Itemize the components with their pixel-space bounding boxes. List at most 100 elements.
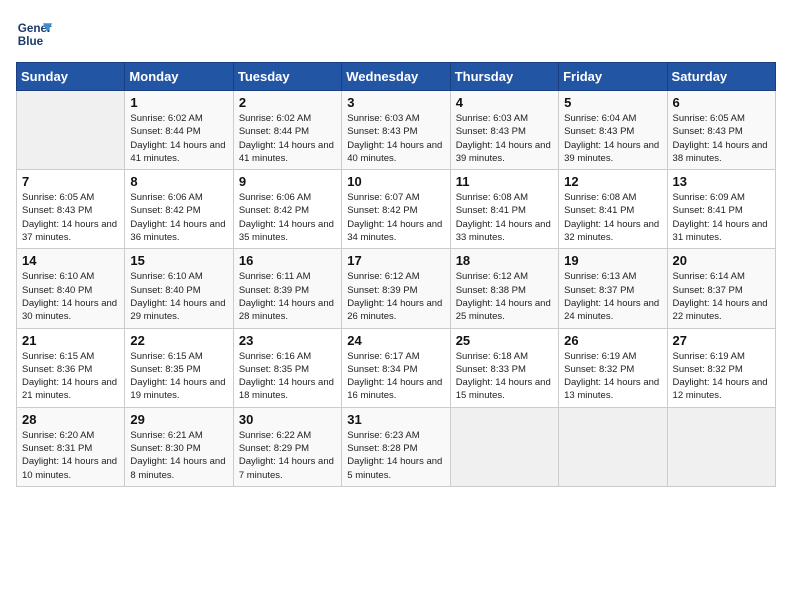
- day-info: Sunrise: 6:06 AMSunset: 8:42 PMDaylight:…: [239, 191, 336, 244]
- logo-icon: General Blue: [16, 16, 52, 52]
- day-info: Sunrise: 6:05 AMSunset: 8:43 PMDaylight:…: [673, 112, 770, 165]
- calendar-cell: 22 Sunrise: 6:15 AMSunset: 8:35 PMDayligh…: [125, 328, 233, 407]
- day-info: Sunrise: 6:19 AMSunset: 8:32 PMDaylight:…: [564, 350, 661, 403]
- day-info: Sunrise: 6:13 AMSunset: 8:37 PMDaylight:…: [564, 270, 661, 323]
- weekday-header-sunday: Sunday: [17, 63, 125, 91]
- calendar-cell: 10 Sunrise: 6:07 AMSunset: 8:42 PMDayligh…: [342, 170, 450, 249]
- day-info: Sunrise: 6:21 AMSunset: 8:30 PMDaylight:…: [130, 429, 227, 482]
- day-info: Sunrise: 6:03 AMSunset: 8:43 PMDaylight:…: [456, 112, 553, 165]
- day-number: 11: [456, 174, 553, 189]
- calendar-cell: 6 Sunrise: 6:05 AMSunset: 8:43 PMDaylight…: [667, 91, 775, 170]
- weekday-header-monday: Monday: [125, 63, 233, 91]
- day-info: Sunrise: 6:12 AMSunset: 8:39 PMDaylight:…: [347, 270, 444, 323]
- day-info: Sunrise: 6:08 AMSunset: 8:41 PMDaylight:…: [564, 191, 661, 244]
- day-number: 27: [673, 333, 770, 348]
- day-info: Sunrise: 6:06 AMSunset: 8:42 PMDaylight:…: [130, 191, 227, 244]
- calendar-table: SundayMondayTuesdayWednesdayThursdayFrid…: [16, 62, 776, 487]
- calendar-cell: 8 Sunrise: 6:06 AMSunset: 8:42 PMDaylight…: [125, 170, 233, 249]
- day-number: 29: [130, 412, 227, 427]
- day-info: Sunrise: 6:09 AMSunset: 8:41 PMDaylight:…: [673, 191, 770, 244]
- day-info: Sunrise: 6:02 AMSunset: 8:44 PMDaylight:…: [239, 112, 336, 165]
- calendar-cell: 23 Sunrise: 6:16 AMSunset: 8:35 PMDayligh…: [233, 328, 341, 407]
- day-info: Sunrise: 6:15 AMSunset: 8:35 PMDaylight:…: [130, 350, 227, 403]
- day-info: Sunrise: 6:08 AMSunset: 8:41 PMDaylight:…: [456, 191, 553, 244]
- weekday-header-saturday: Saturday: [667, 63, 775, 91]
- weekday-header-wednesday: Wednesday: [342, 63, 450, 91]
- day-info: Sunrise: 6:05 AMSunset: 8:43 PMDaylight:…: [22, 191, 119, 244]
- weekday-header-friday: Friday: [559, 63, 667, 91]
- calendar-cell: 14Sunrise: 6:10 AMSunset: 8:40 PMDayligh…: [17, 249, 125, 328]
- calendar-cell: 12 Sunrise: 6:08 AMSunset: 8:41 PMDayligh…: [559, 170, 667, 249]
- day-number: 3: [347, 95, 444, 110]
- day-number: 8: [130, 174, 227, 189]
- day-number: 9: [239, 174, 336, 189]
- calendar-cell: 17 Sunrise: 6:12 AMSunset: 8:39 PMDayligh…: [342, 249, 450, 328]
- day-number: 19: [564, 253, 661, 268]
- day-info: Sunrise: 6:02 AMSunset: 8:44 PMDaylight:…: [130, 112, 227, 165]
- day-info: Sunrise: 6:23 AMSunset: 8:28 PMDaylight:…: [347, 429, 444, 482]
- calendar-cell: 26 Sunrise: 6:19 AMSunset: 8:32 PMDayligh…: [559, 328, 667, 407]
- logo: General Blue: [16, 16, 52, 52]
- calendar-cell: 13 Sunrise: 6:09 AMSunset: 8:41 PMDayligh…: [667, 170, 775, 249]
- page-header: General Blue: [16, 16, 776, 52]
- day-number: 31: [347, 412, 444, 427]
- day-info: Sunrise: 6:15 AMSunset: 8:36 PMDaylight:…: [22, 350, 119, 403]
- weekday-header-thursday: Thursday: [450, 63, 558, 91]
- calendar-cell: 24 Sunrise: 6:17 AMSunset: 8:34 PMDayligh…: [342, 328, 450, 407]
- day-number: 1: [130, 95, 227, 110]
- day-number: 22: [130, 333, 227, 348]
- calendar-cell: 31 Sunrise: 6:23 AMSunset: 8:28 PMDayligh…: [342, 407, 450, 486]
- calendar-cell: 5Sunrise: 6:04 AMSunset: 8:43 PMDaylight…: [559, 91, 667, 170]
- day-info: Sunrise: 6:17 AMSunset: 8:34 PMDaylight:…: [347, 350, 444, 403]
- calendar-cell: 21 Sunrise: 6:15 AMSunset: 8:36 PMDayligh…: [17, 328, 125, 407]
- day-info: Sunrise: 6:11 AMSunset: 8:39 PMDaylight:…: [239, 270, 336, 323]
- day-number: 26: [564, 333, 661, 348]
- day-number: 5: [564, 95, 661, 110]
- day-number: 18: [456, 253, 553, 268]
- calendar-cell: 15 Sunrise: 6:10 AMSunset: 8:40 PMDayligh…: [125, 249, 233, 328]
- day-info: Sunrise: 6:16 AMSunset: 8:35 PMDaylight:…: [239, 350, 336, 403]
- day-number: 2: [239, 95, 336, 110]
- day-number: 13: [673, 174, 770, 189]
- day-info: Sunrise: 6:10 AMSunset: 8:40 PMDaylight:…: [130, 270, 227, 323]
- day-info: Sunrise: 6:14 AMSunset: 8:37 PMDaylight:…: [673, 270, 770, 323]
- calendar-cell: 9 Sunrise: 6:06 AMSunset: 8:42 PMDaylight…: [233, 170, 341, 249]
- day-number: 15: [130, 253, 227, 268]
- calendar-cell: [450, 407, 558, 486]
- calendar-cell: 28 Sunrise: 6:20 AMSunset: 8:31 PMDayligh…: [17, 407, 125, 486]
- day-number: 12: [564, 174, 661, 189]
- day-info: Sunrise: 6:07 AMSunset: 8:42 PMDaylight:…: [347, 191, 444, 244]
- day-number: 6: [673, 95, 770, 110]
- calendar-cell: 20 Sunrise: 6:14 AMSunset: 8:37 PMDayligh…: [667, 249, 775, 328]
- day-number: 16: [239, 253, 336, 268]
- day-info: Sunrise: 6:22 AMSunset: 8:29 PMDaylight:…: [239, 429, 336, 482]
- calendar-cell: 29 Sunrise: 6:21 AMSunset: 8:30 PMDayligh…: [125, 407, 233, 486]
- day-number: 25: [456, 333, 553, 348]
- calendar-cell: 16 Sunrise: 6:11 AMSunset: 8:39 PMDayligh…: [233, 249, 341, 328]
- day-number: 21: [22, 333, 119, 348]
- day-info: Sunrise: 6:12 AMSunset: 8:38 PMDaylight:…: [456, 270, 553, 323]
- calendar-cell: [559, 407, 667, 486]
- day-number: 28: [22, 412, 119, 427]
- day-number: 14: [22, 253, 119, 268]
- day-number: 23: [239, 333, 336, 348]
- calendar-cell: 2 Sunrise: 6:02 AMSunset: 8:44 PMDaylight…: [233, 91, 341, 170]
- calendar-cell: 7 Sunrise: 6:05 AMSunset: 8:43 PMDaylight…: [17, 170, 125, 249]
- day-number: 7: [22, 174, 119, 189]
- calendar-cell: 27 Sunrise: 6:19 AMSunset: 8:32 PMDayligh…: [667, 328, 775, 407]
- svg-text:Blue: Blue: [18, 35, 44, 48]
- day-number: 20: [673, 253, 770, 268]
- day-info: Sunrise: 6:20 AMSunset: 8:31 PMDaylight:…: [22, 429, 119, 482]
- day-number: 10: [347, 174, 444, 189]
- day-number: 30: [239, 412, 336, 427]
- day-number: 24: [347, 333, 444, 348]
- calendar-cell: 30 Sunrise: 6:22 AMSunset: 8:29 PMDayligh…: [233, 407, 341, 486]
- day-info: Sunrise: 6:18 AMSunset: 8:33 PMDaylight:…: [456, 350, 553, 403]
- calendar-cell: [17, 91, 125, 170]
- day-info: Sunrise: 6:19 AMSunset: 8:32 PMDaylight:…: [673, 350, 770, 403]
- calendar-cell: 25 Sunrise: 6:18 AMSunset: 8:33 PMDayligh…: [450, 328, 558, 407]
- day-number: 4: [456, 95, 553, 110]
- day-number: 17: [347, 253, 444, 268]
- calendar-cell: 11 Sunrise: 6:08 AMSunset: 8:41 PMDayligh…: [450, 170, 558, 249]
- day-info: Sunrise: 6:03 AMSunset: 8:43 PMDaylight:…: [347, 112, 444, 165]
